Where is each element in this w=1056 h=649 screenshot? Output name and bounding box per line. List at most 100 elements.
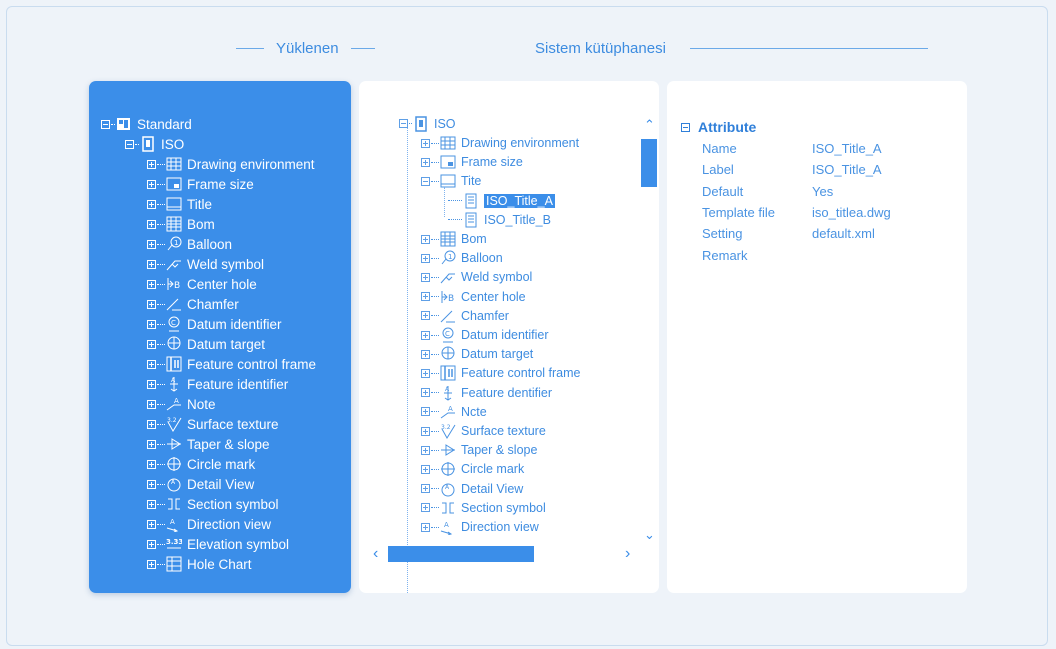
expand-icon[interactable]	[147, 559, 156, 569]
expand-icon[interactable]	[421, 157, 430, 167]
tree-node[interactable]: Drawing environment	[421, 134, 579, 153]
tree-node[interactable]: Chamfer	[147, 294, 239, 314]
expand-icon[interactable]	[421, 272, 430, 282]
expand-icon[interactable]	[421, 234, 430, 244]
tree-node[interactable]: Tite	[421, 172, 481, 191]
tree-node[interactable]: Bom	[421, 230, 487, 249]
tree-node[interactable]: Feature control frame	[421, 364, 581, 383]
expand-icon[interactable]	[147, 519, 156, 529]
attribute-value[interactable]: ISO_Title_A	[812, 162, 882, 177]
expand-icon[interactable]	[147, 439, 156, 449]
tree-node[interactable]: Taper & slope	[421, 441, 537, 460]
collapse-icon[interactable]	[399, 119, 408, 129]
tree-node[interactable]: A Ncte	[421, 402, 487, 421]
expand-icon[interactable]	[421, 388, 430, 398]
tree-node[interactable]: 3.2 Surface texture	[147, 414, 279, 434]
collapse-icon[interactable]	[101, 119, 110, 129]
expand-icon[interactable]	[147, 539, 156, 549]
tree-node[interactable]: A Direction view	[421, 518, 539, 537]
tree-node[interactable]: B Center hole	[147, 274, 257, 294]
tree-node[interactable]: Datum target	[421, 345, 533, 364]
expand-icon[interactable]	[421, 368, 430, 378]
scroll-down-icon[interactable]: ⌄	[644, 528, 655, 541]
expand-icon[interactable]	[421, 522, 430, 532]
tree-node[interactable]: ISO_Title_A	[447, 191, 555, 210]
attribute-value[interactable]: default.xml	[812, 226, 875, 241]
tree-node[interactable]: C Datum identifier	[421, 326, 549, 345]
scroll-up-icon[interactable]: ⌃	[644, 118, 655, 131]
expand-icon[interactable]	[147, 219, 156, 229]
tree-node[interactable]: A Note	[147, 394, 216, 414]
expand-icon[interactable]	[147, 279, 156, 289]
tree-node[interactable]: 3.33 Elevation symbol	[147, 534, 289, 554]
tree-node[interactable]: Datum target	[147, 334, 265, 354]
tree-node-iso[interactable]: ISO	[125, 134, 184, 154]
attribute-value[interactable]: Yes	[812, 184, 833, 199]
expand-icon[interactable]	[421, 407, 430, 417]
scroll-left-icon[interactable]: ‹	[373, 546, 378, 562]
attribute-value[interactable]: ISO_Title_A	[812, 141, 882, 156]
expand-icon[interactable]	[147, 359, 156, 369]
expand-icon[interactable]	[147, 339, 156, 349]
expand-icon[interactable]	[421, 426, 430, 436]
tree-node[interactable]: A Detail View	[147, 474, 254, 494]
collapse-icon[interactable]	[125, 139, 134, 149]
expand-icon[interactable]	[147, 499, 156, 509]
expand-icon[interactable]	[147, 159, 156, 169]
expand-icon[interactable]	[147, 379, 156, 389]
tree-node[interactable]: Weld symbol	[147, 254, 264, 274]
expand-icon[interactable]	[147, 239, 156, 249]
tree-node[interactable]: Frame size	[421, 153, 523, 172]
expand-icon[interactable]	[147, 399, 156, 409]
tree-node[interactable]: Section symbol	[421, 498, 546, 517]
tree-node[interactable]: Chamfer	[421, 306, 509, 325]
collapse-icon[interactable]	[421, 176, 430, 186]
tree-node[interactable]: Drawing environment	[147, 154, 315, 174]
attribute-value[interactable]: iso_titlea.dwg	[812, 205, 891, 220]
tree-root-standard[interactable]: Standard	[101, 114, 192, 134]
tree-node[interactable]: 1 Balloon	[147, 234, 232, 254]
expand-icon[interactable]	[421, 330, 430, 340]
tree-node[interactable]: A Detail View	[421, 479, 523, 498]
expand-icon[interactable]	[421, 464, 430, 474]
expand-icon[interactable]	[421, 292, 430, 302]
expand-icon[interactable]	[147, 179, 156, 189]
expand-icon[interactable]	[147, 319, 156, 329]
expand-icon[interactable]	[147, 299, 156, 309]
expand-icon[interactable]	[421, 445, 430, 455]
expand-icon[interactable]	[421, 138, 430, 148]
tab-library[interactable]: Sistem kütüphanesi	[535, 40, 928, 57]
tree-node[interactable]: A Direction view	[147, 514, 271, 534]
tree-node[interactable]: Circle mark	[421, 460, 524, 479]
tree-node[interactable]: A Feature dentifier	[421, 383, 552, 402]
tree-node[interactable]: ISO_Title_B	[447, 210, 551, 229]
scroll-right-icon[interactable]: ›	[625, 546, 630, 562]
horizontal-scrollbar-thumb[interactable]	[388, 546, 534, 562]
expand-icon[interactable]	[421, 484, 430, 494]
tree-node[interactable]: Title	[147, 194, 212, 214]
tree-node[interactable]: 1 Balloon	[421, 249, 503, 268]
expand-icon[interactable]	[147, 259, 156, 269]
expand-icon[interactable]	[147, 479, 156, 489]
tree-node[interactable]: Bom	[147, 214, 215, 234]
tab-uploaded[interactable]: Yüklenen	[236, 40, 375, 57]
expand-icon[interactable]	[421, 253, 430, 263]
tree-node[interactable]: Section symbol	[147, 494, 279, 514]
expand-icon[interactable]	[147, 459, 156, 469]
attribute-header[interactable]: Attribute	[681, 119, 756, 135]
expand-icon[interactable]	[421, 503, 430, 513]
tree-node[interactable]: Feature control frame	[147, 354, 316, 374]
tree-node[interactable]: Hole Chart	[147, 554, 252, 574]
expand-icon[interactable]	[421, 311, 430, 321]
tree-node[interactable]: Weld symbol	[421, 268, 532, 287]
tree-node[interactable]: A Feature identifier	[147, 374, 288, 394]
tree-node[interactable]: B Center hole	[421, 287, 526, 306]
tree-node[interactable]: Frame size	[147, 174, 254, 194]
tree-node[interactable]: C Datum identifier	[147, 314, 282, 334]
vertical-scrollbar-thumb[interactable]	[641, 139, 657, 187]
expand-icon[interactable]	[147, 199, 156, 209]
tree-node[interactable]: 3.2 Surface texture	[421, 422, 546, 441]
collapse-icon[interactable]	[681, 122, 690, 132]
tree-root-iso[interactable]: ISO	[399, 114, 456, 133]
tree-node[interactable]: Taper & slope	[147, 434, 270, 454]
